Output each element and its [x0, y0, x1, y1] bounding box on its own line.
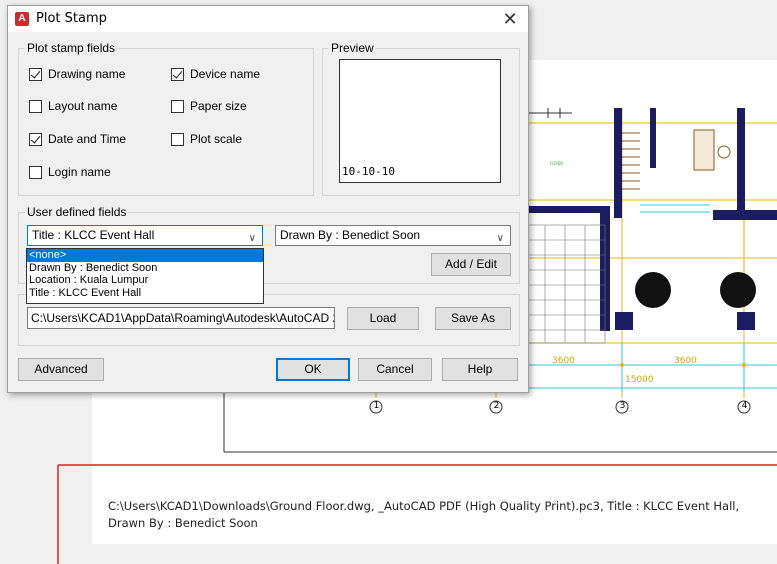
grid-bubble-label: 4: [741, 401, 748, 411]
close-button[interactable]: ✕: [496, 8, 524, 30]
checkbox-label: Drawing name: [48, 67, 126, 81]
plot-stamp-dialog: A Plot Stamp ✕ Plot stamp fields Drawing…: [7, 5, 529, 393]
checkbox-label: Layout name: [48, 99, 118, 113]
cancel-button[interactable]: Cancel: [358, 358, 432, 381]
autocad-icon: A: [15, 12, 29, 26]
advanced-button[interactable]: Advanced: [18, 358, 104, 381]
chevron-down-icon: ∨: [248, 233, 256, 244]
grid-bubble-label: 2: [493, 401, 500, 411]
dimension-label: 15000: [625, 375, 654, 385]
device-name-checkbox[interactable]: Device name: [171, 67, 260, 81]
dialog-titlebar[interactable]: A Plot Stamp ✕: [8, 6, 528, 32]
checkbox-label: Device name: [190, 67, 261, 81]
preview-stamp-text: 10-10-10: [342, 165, 395, 178]
grid-bubble-label: 1: [373, 401, 380, 411]
drawing-name-checkbox[interactable]: Drawing name: [29, 67, 125, 81]
group-label: User defined fields: [25, 205, 129, 219]
checkbox-label: Login name: [48, 165, 111, 179]
plot-scale-checkbox[interactable]: Plot scale: [171, 132, 242, 146]
login-name-checkbox[interactable]: Login name: [29, 165, 111, 179]
group-label: Plot stamp fields: [25, 41, 118, 55]
checkbox-label: Paper size: [190, 99, 247, 113]
dropdown-option[interactable]: Title : KLCC Event Hall: [27, 287, 263, 300]
user-field-select-2[interactable]: Drawn By : Benedict Soon ∨: [275, 225, 511, 246]
preview-pane: 10-10-10: [339, 59, 501, 183]
dimension-label: 3600: [552, 356, 575, 366]
svg-text:FOYER: FOYER: [550, 161, 563, 166]
user-field-dropdown-list: <none> Drawn By : Benedict Soon Location…: [26, 248, 264, 304]
plot-stamp-output: C:\Users\KCAD1\Downloads\Ground Floor.dw…: [108, 498, 748, 532]
checkbox-checked-icon: [171, 67, 184, 81]
group-label: Preview: [329, 41, 376, 55]
checkbox-checked-icon: [29, 132, 42, 146]
load-button[interactable]: Load: [347, 307, 419, 330]
checkbox-label: Date and Time: [48, 132, 127, 146]
user-field-select-1[interactable]: Title : KLCC Event Hall ∨: [27, 225, 263, 246]
stamp-line-2: Drawn By : Benedict Soon: [108, 516, 258, 530]
checkbox-unchecked-icon: [29, 165, 42, 179]
checkbox-unchecked-icon: [171, 99, 184, 113]
dropdown-option[interactable]: Drawn By : Benedict Soon: [27, 262, 263, 275]
parameter-file-path-input[interactable]: C:\Users\KCAD1\AppData\Roaming\Autodesk\…: [27, 307, 335, 329]
dropdown-option[interactable]: <none>: [27, 249, 263, 262]
save-as-button[interactable]: Save As: [435, 307, 511, 330]
grid-bubble-label: 3: [619, 401, 626, 411]
preview-group: Preview 10-10-10: [322, 41, 520, 196]
stamp-line-1: C:\Users\KCAD1\Downloads\Ground Floor.dw…: [108, 499, 740, 513]
select-value: Title : KLCC Event Hall: [32, 228, 155, 242]
layout-name-checkbox[interactable]: Layout name: [29, 99, 117, 113]
date-and-time-checkbox[interactable]: Date and Time: [29, 132, 126, 146]
plot-stamp-fields-group: Plot stamp fields Drawing name Device na…: [18, 41, 314, 196]
checkbox-checked-icon: [29, 67, 42, 81]
dimension-label: 3600: [674, 356, 697, 366]
chevron-down-icon: ∨: [496, 233, 504, 244]
checkbox-unchecked-icon: [171, 132, 184, 146]
paper-size-checkbox[interactable]: Paper size: [171, 99, 247, 113]
checkbox-unchecked-icon: [29, 99, 42, 113]
ok-button[interactable]: OK: [276, 358, 350, 381]
add-edit-button[interactable]: Add / Edit: [431, 253, 511, 276]
dialog-title: Plot Stamp: [36, 11, 107, 26]
select-value: Drawn By : Benedict Soon: [280, 228, 421, 242]
checkbox-label: Plot scale: [190, 132, 243, 146]
help-button[interactable]: Help: [442, 358, 518, 381]
dropdown-option[interactable]: Location : Kuala Lumpur: [27, 274, 263, 287]
